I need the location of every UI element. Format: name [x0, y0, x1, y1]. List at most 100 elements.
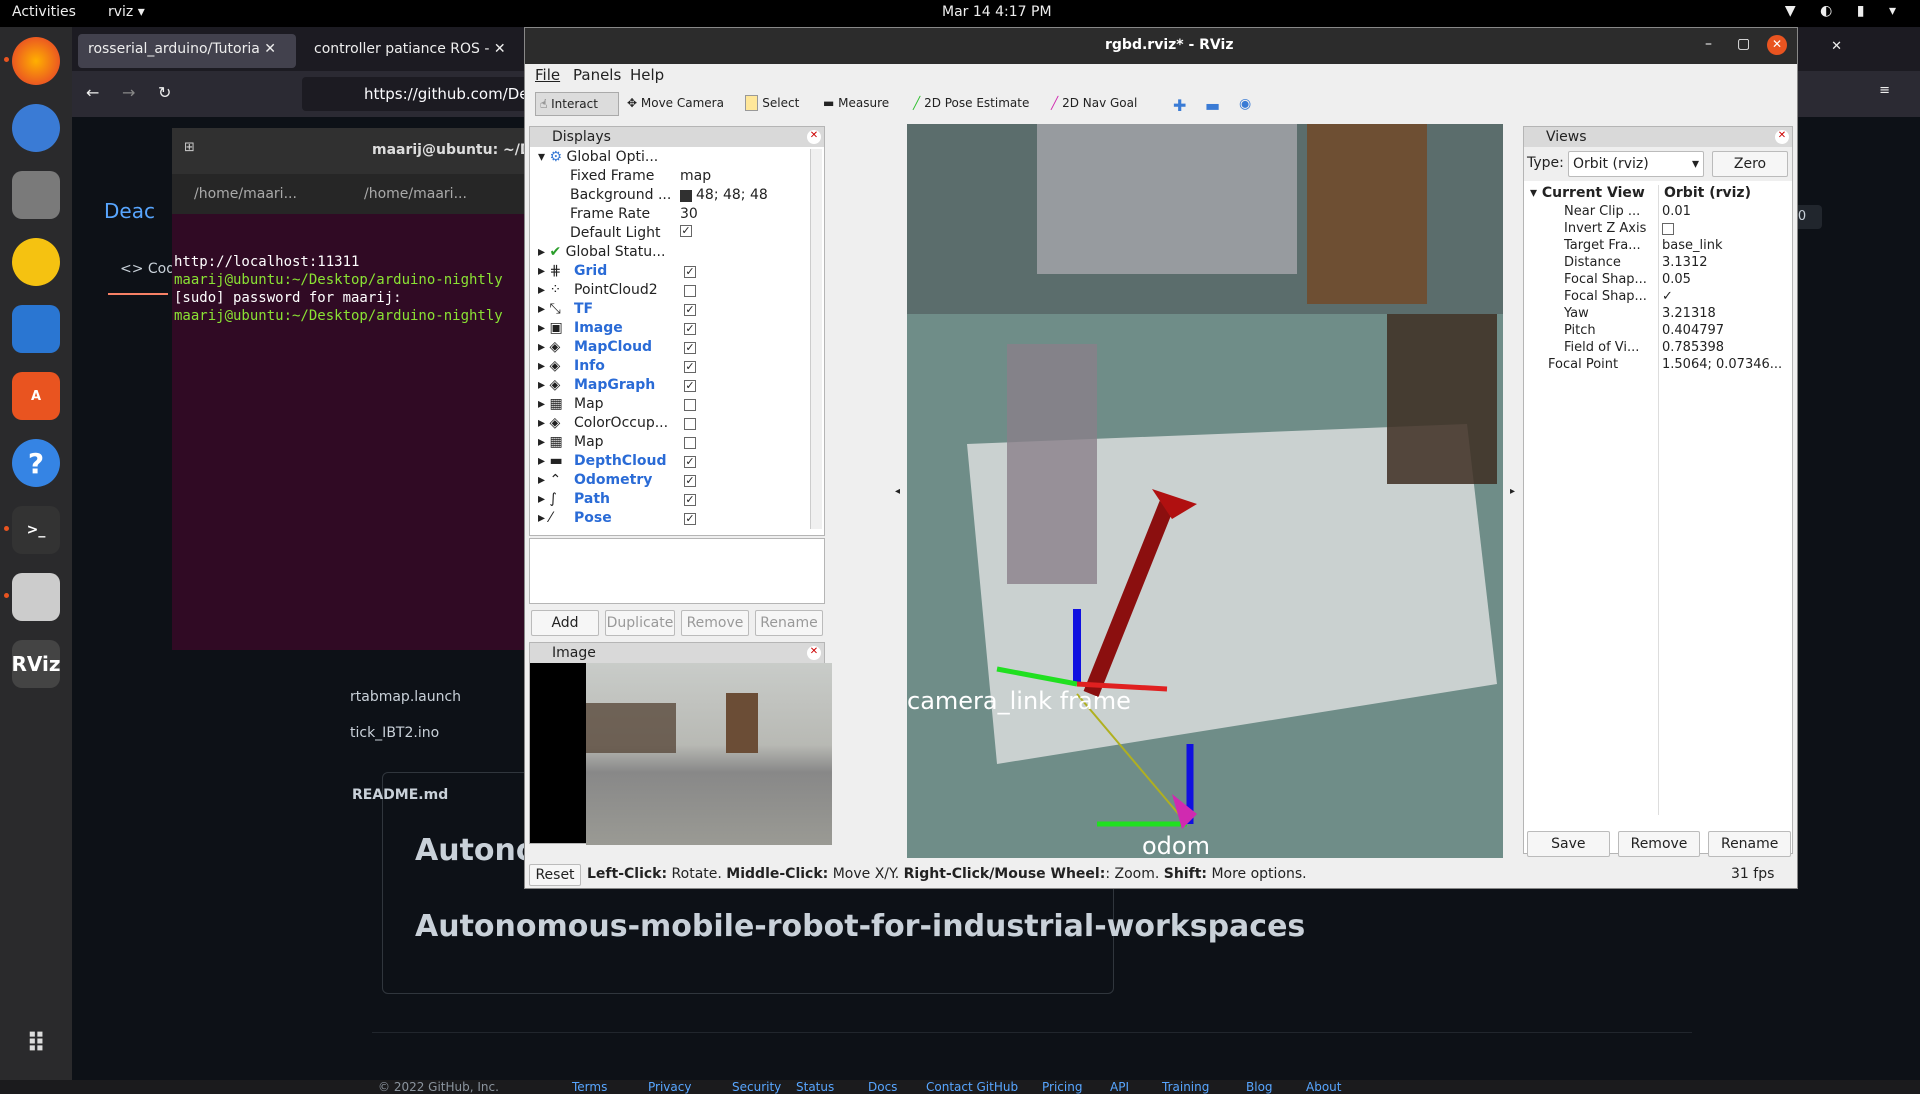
display-checkbox[interactable]: ✓	[684, 494, 696, 506]
remove-tool-icon[interactable]: ▬	[1201, 92, 1224, 116]
footer-link[interactable]: Contact GitHub	[926, 1080, 1042, 1094]
footer-link[interactable]: About	[1306, 1080, 1366, 1094]
close-icon[interactable]: ✕	[1767, 35, 1787, 55]
expand-icon[interactable]: ▸ ∫	[538, 491, 574, 510]
close-panel-icon[interactable]: ✕	[807, 130, 821, 144]
tab-controller[interactable]: controller patiance ROS - ✕	[304, 34, 522, 68]
display-checkbox[interactable]	[684, 399, 696, 411]
scrollbar[interactable]	[810, 149, 822, 529]
display-checkbox[interactable]: ✓	[684, 266, 696, 278]
tree-global-status[interactable]: ▸ ✔ Global Statu...	[530, 244, 810, 263]
rename-button[interactable]: Rename	[755, 610, 823, 636]
expand-icon[interactable]: ▸ ⁘	[538, 282, 574, 301]
tool-select[interactable]: Select	[741, 92, 803, 116]
display-item[interactable]: ▸ ◈ MapGraph ✓	[530, 377, 810, 396]
display-item[interactable]: ▸ ◈ Info ✓	[530, 358, 810, 377]
display-checkbox[interactable]	[684, 418, 696, 430]
tool-interact[interactable]: ☝ Interact	[535, 92, 619, 116]
tool-2d-nav[interactable]: ╱ 2D Nav Goal	[1047, 92, 1141, 116]
display-item[interactable]: ▸ ▣ Image ✓	[530, 320, 810, 339]
rviz-icon[interactable]: RViz	[11, 640, 61, 688]
system-tray[interactable]: ▼ ◐ ▮ ▾	[1785, 3, 1906, 19]
menu-help[interactable]: Help	[630, 66, 664, 84]
display-item[interactable]: ▸ ◈ MapCloud ✓	[530, 339, 810, 358]
expand-icon[interactable]: ▸ ◈	[538, 415, 574, 434]
remove-view-button[interactable]: Remove	[1617, 831, 1701, 857]
archive-icon[interactable]	[12, 573, 60, 621]
rename-view-button[interactable]: Rename	[1708, 831, 1792, 857]
expand-icon[interactable]: ▸ ◈	[538, 377, 574, 396]
footer-link[interactable]: Training	[1162, 1080, 1246, 1094]
reload-icon[interactable]: ↻	[158, 83, 171, 102]
footer-link[interactable]: Security	[732, 1080, 796, 1094]
display-item[interactable]: ▸ ▦ Map	[530, 396, 810, 415]
terminal-tab[interactable]: /home/maari...	[194, 186, 297, 202]
zero-button[interactable]: Zero	[1712, 151, 1788, 177]
expand-icon[interactable]: ▸ ⁄	[538, 510, 574, 529]
display-checkbox[interactable]: ✓	[684, 361, 696, 373]
back-icon[interactable]: ←	[86, 83, 99, 102]
footer-link[interactable]: Status	[796, 1080, 868, 1094]
display-checkbox[interactable]: ✓	[684, 513, 696, 525]
tree-global-options[interactable]: ▾ ⚙ Global Opti...	[530, 149, 810, 168]
display-item[interactable]: ▸ ◈ ColorOccup...	[530, 415, 810, 434]
display-item[interactable]: ▸ ⤡ TF ✓	[530, 301, 810, 320]
tab-rosserial[interactable]: rosserial_arduino/Tutoria ✕	[78, 34, 296, 68]
tool-move-camera[interactable]: ✥ Move Camera	[623, 92, 728, 116]
minimize-icon[interactable]: –	[1705, 36, 1712, 52]
close-panel-icon[interactable]: ✕	[1775, 130, 1789, 144]
maximize-icon[interactable]: ▢	[1737, 36, 1750, 52]
forward-icon[interactable]: →	[122, 83, 135, 102]
collapse-left-icon[interactable]: ◂	[895, 486, 900, 497]
display-checkbox[interactable]: ✓	[684, 304, 696, 316]
clock[interactable]: Mar 14 4:17 PM	[942, 4, 1052, 20]
option-default-light[interactable]: Default Light ✓	[530, 225, 810, 244]
display-item[interactable]: ▸ ⁘ PointCloud2	[530, 282, 810, 301]
menu-file[interactable]: File	[535, 66, 560, 84]
duplicate-button[interactable]: Duplicate	[605, 610, 675, 636]
menu-panels[interactable]: Panels	[573, 66, 621, 84]
tool-props-icon[interactable]: ◉	[1235, 92, 1255, 116]
option-frame-rate[interactable]: Frame Rate 30	[530, 206, 810, 225]
expand-icon[interactable]: ▸ ▣	[538, 320, 574, 339]
file-tick[interactable]: tick_IBT2.ino	[350, 725, 439, 741]
tool-2d-pose[interactable]: ╱ 2D Pose Estimate	[909, 92, 1033, 116]
terminal-icon[interactable]: >_	[12, 506, 60, 554]
3d-viewport[interactable]: camera_link frame odom	[907, 124, 1503, 858]
footer-link[interactable]: Privacy	[648, 1080, 732, 1094]
software-icon[interactable]: A	[12, 372, 60, 420]
display-item[interactable]: ▸ ∫ Path ✓	[530, 491, 810, 510]
display-item[interactable]: ▸ ⁄ Pose ✓	[530, 510, 810, 529]
expand-icon[interactable]: ▸ ▦	[538, 434, 574, 453]
expand-icon[interactable]: ▸ ⌃	[538, 472, 574, 491]
add-button[interactable]: Add	[531, 610, 599, 636]
expand-icon[interactable]: ▸ ⤡	[538, 301, 574, 320]
remove-button[interactable]: Remove	[681, 610, 749, 636]
expand-icon[interactable]: ▸ ▦	[538, 396, 574, 415]
terminal-tab[interactable]: /home/maari...	[364, 186, 467, 202]
rhythmbox-icon[interactable]	[12, 238, 60, 286]
display-item[interactable]: ▸ ⌃ Odometry ✓	[530, 472, 810, 491]
reset-button[interactable]: Reset	[529, 864, 581, 886]
display-checkbox[interactable]	[684, 437, 696, 449]
expand-icon[interactable]: ▸ ⋕	[538, 263, 574, 282]
tool-measure[interactable]: ▬ Measure	[819, 92, 893, 116]
display-item[interactable]: ▸ ⋕ Grid ✓	[530, 263, 810, 282]
writer-icon[interactable]	[12, 305, 60, 353]
display-checkbox[interactable]: ✓	[684, 456, 696, 468]
display-checkbox[interactable]: ✓	[684, 380, 696, 392]
menu-icon[interactable]: ≡	[1879, 83, 1890, 98]
repo-title[interactable]: Deac	[104, 199, 155, 223]
expand-icon[interactable]: ▸ ◈	[538, 339, 574, 358]
thunderbird-icon[interactable]	[12, 104, 60, 152]
file-rtabmap[interactable]: rtabmap.launch	[350, 689, 461, 705]
footer-link[interactable]: Docs	[868, 1080, 926, 1094]
new-tab-icon[interactable]: ⊞	[184, 140, 195, 155]
display-item[interactable]: ▸ ▦ Map	[530, 434, 810, 453]
activities-button[interactable]: Activities	[12, 4, 76, 20]
add-tool-icon[interactable]: ✚	[1169, 92, 1190, 116]
display-item[interactable]: ▸ ▬ DepthCloud ✓	[530, 453, 810, 472]
display-checkbox[interactable]: ✓	[684, 342, 696, 354]
help-icon[interactable]: ?	[12, 439, 60, 487]
display-checkbox[interactable]: ✓	[684, 323, 696, 335]
